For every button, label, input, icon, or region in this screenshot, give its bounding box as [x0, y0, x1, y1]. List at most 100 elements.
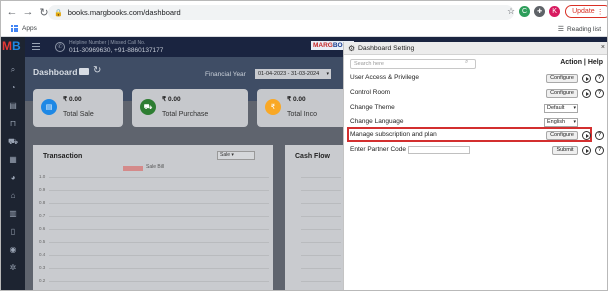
- document-icon[interactable]: ▯: [8, 227, 18, 237]
- gridline: [301, 268, 341, 269]
- bookmarks-bar: Apps ☰ Reading list: [1, 23, 607, 37]
- income-icon: ₹: [265, 99, 281, 115]
- refresh-icon[interactable]: ↻: [93, 65, 101, 76]
- screenshot-frame: ← → ↻ 🔒 books.margbooks.com/dashboard ☆ …: [0, 0, 608, 291]
- reading-list[interactable]: ☰ Reading list: [557, 25, 601, 34]
- total-income-card[interactable]: ₹ ₹ 0.00 Total Inco: [257, 89, 343, 127]
- financial-year-select[interactable]: 01-04-2023 - 31-03-2024 ▾: [255, 69, 331, 79]
- invoice-icon[interactable]: ▤: [8, 101, 18, 111]
- pie-icon[interactable]: ◕: [8, 173, 18, 183]
- apps-label: Apps: [22, 25, 37, 32]
- sale-label: Total Sale: [63, 111, 94, 118]
- gridline: [49, 229, 269, 230]
- row-label-change-theme: Change Theme: [350, 104, 395, 111]
- dashboard-icon[interactable]: ◔: [8, 83, 18, 93]
- help-icon[interactable]: ?: [595, 131, 604, 140]
- row-label-partner-code: Enter Partner Code: [350, 146, 407, 153]
- action-help-label: Action | Help: [560, 59, 603, 66]
- close-icon[interactable]: ×: [601, 44, 605, 51]
- page-title: Dashboard: [33, 67, 78, 77]
- cart-icon[interactable]: ⛟: [8, 137, 18, 147]
- gridline: [49, 177, 269, 178]
- extension-icon[interactable]: C: [519, 6, 531, 17]
- row-label-change-language: Change Language: [350, 118, 404, 125]
- gridline: [49, 242, 269, 243]
- total-sale-card[interactable]: ▤ ₹ 0.00 Total Sale: [33, 89, 123, 127]
- cashflow-panel: Cash Flow: [285, 145, 343, 290]
- reading-list-label: Reading list: [567, 25, 601, 33]
- transaction-type-select[interactable]: Sale ▾: [217, 151, 255, 160]
- language-select[interactable]: English ▾: [544, 118, 578, 127]
- purchase-icon: ⛟: [140, 99, 156, 115]
- gst-icon[interactable]: ▥: [8, 209, 18, 219]
- address-bar[interactable]: 🔒 books.margbooks.com/dashboard: [48, 5, 514, 20]
- gridline: [301, 216, 341, 217]
- apps-bookmark[interactable]: Apps: [11, 25, 37, 32]
- play-icon[interactable]: [582, 74, 591, 83]
- y-tick-label: 1.0: [39, 174, 46, 179]
- transaction-panel: Transaction Sale ▾ Sale Bill 1.0 0.9 0.8 0.…: [33, 145, 273, 290]
- puzzle-icon[interactable]: ✚: [534, 6, 546, 17]
- profile-avatar[interactable]: K: [549, 6, 561, 17]
- theme-select[interactable]: Default ▾: [544, 104, 578, 113]
- configure-subscription-button[interactable]: Configure: [546, 131, 578, 140]
- y-tick-label: 0.9: [39, 187, 46, 192]
- eye-icon[interactable]: ◉: [8, 245, 18, 255]
- back-icon[interactable]: ←: [5, 5, 19, 19]
- help-icon[interactable]: ?: [595, 89, 604, 98]
- gridline: [49, 190, 269, 191]
- search-icon[interactable]: ⌕: [8, 65, 18, 75]
- y-tick-label: 0.4: [39, 252, 46, 257]
- gridline: [301, 281, 341, 282]
- cashflow-title: Cash Flow: [295, 153, 331, 160]
- play-icon[interactable]: [582, 146, 591, 155]
- update-button[interactable]: Update ⋮: [565, 5, 607, 18]
- play-icon[interactable]: [582, 89, 591, 98]
- gear-icon: ⚙: [348, 44, 356, 53]
- y-tick-label: 0.7: [39, 213, 46, 218]
- configure-control-room-button[interactable]: Configure: [546, 89, 578, 98]
- drawer-title: Dashboard Setting: [358, 45, 415, 52]
- y-tick-label: 0.6: [39, 226, 46, 231]
- update-label: Update: [572, 8, 595, 15]
- phone-icon: ✆: [55, 42, 65, 52]
- total-purchase-card[interactable]: ⛟ ₹ 0.00 Total Purchase: [132, 89, 248, 127]
- play-icon[interactable]: [582, 131, 591, 140]
- row-label-user-access: User Access & Privilege: [350, 74, 419, 81]
- helpline-numbers: 011-30969630, +91-8860137177: [69, 47, 164, 54]
- bag-icon[interactable]: ⊓: [8, 119, 18, 129]
- y-tick-label: 0.5: [39, 239, 46, 244]
- income-amount: ₹ 0.00: [287, 96, 306, 103]
- gridline: [301, 229, 341, 230]
- report-icon[interactable]: ▦: [8, 155, 18, 165]
- left-rail: MB ⌕ ◔ ▤ ⊓ ⛟ ▦ ◕ ⌂ ▥ ▯ ◉ ✲: [1, 37, 25, 290]
- row-label-control-room: Control Room: [350, 89, 391, 96]
- bank-icon[interactable]: ⌂: [8, 191, 18, 201]
- reading-list-icon: ☰: [557, 26, 565, 33]
- partner-code-input[interactable]: [408, 146, 470, 154]
- gridline: [49, 268, 269, 269]
- configure-user-access-button[interactable]: Configure: [546, 74, 578, 83]
- lock-icon: 🔒: [54, 9, 63, 17]
- search-input[interactable]: Search here: [350, 59, 476, 69]
- gridline: [49, 281, 269, 282]
- marg-logo: MB: [2, 39, 21, 53]
- apps-grid-icon: [11, 25, 18, 32]
- gridline: [301, 255, 341, 256]
- submit-button[interactable]: Submit: [552, 146, 578, 155]
- star-icon[interactable]: ☆: [507, 6, 515, 17]
- search-icon[interactable]: ⌕: [465, 59, 468, 66]
- y-tick-label: 0.2: [39, 278, 46, 283]
- gridline: [49, 203, 269, 204]
- legend-swatch: [123, 166, 143, 171]
- menu-icon[interactable]: [32, 43, 40, 50]
- help-icon[interactable]: ?: [595, 74, 604, 83]
- camera-icon[interactable]: [79, 68, 89, 75]
- help-icon[interactable]: ?: [595, 146, 604, 155]
- browser-actions: ☆ C ✚ K Update ⋮: [507, 5, 607, 18]
- row-label-manage-subscription: Manage subscription and plan: [350, 131, 437, 138]
- gridline: [301, 190, 341, 191]
- url-text: books.margbooks.com/dashboard: [67, 8, 181, 17]
- settings-icon[interactable]: ✲: [8, 263, 18, 273]
- forward-icon[interactable]: →: [21, 5, 35, 19]
